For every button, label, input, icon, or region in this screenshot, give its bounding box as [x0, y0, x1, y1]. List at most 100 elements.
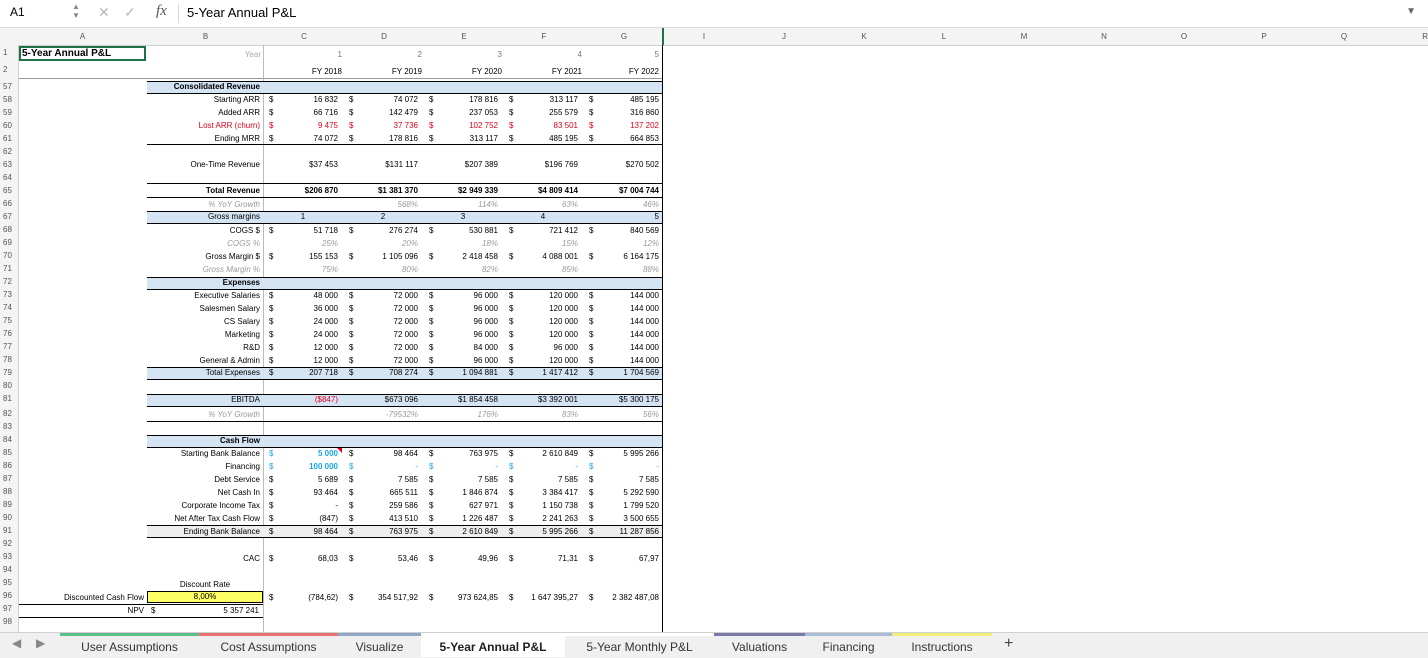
- row-header[interactable]: 83: [3, 422, 12, 431]
- column-header-b[interactable]: B: [147, 28, 264, 45]
- total-expenses-y1[interactable]: 207 718: [264, 367, 338, 379]
- comment-indicator-icon[interactable]: [337, 448, 342, 453]
- one-time-y4[interactable]: $196 769: [504, 159, 578, 171]
- marketing-y5[interactable]: 144 000: [584, 329, 659, 341]
- income-tax-y4[interactable]: 1 150 738: [504, 500, 578, 512]
- tab-cost-assumptions[interactable]: Cost Assumptions: [199, 633, 338, 657]
- income-tax-y2[interactable]: 259 586: [344, 500, 418, 512]
- lost-arr-y5[interactable]: 137 202: [584, 120, 659, 132]
- financing-y2[interactable]: -: [344, 461, 418, 473]
- row-header[interactable]: 69: [3, 238, 12, 247]
- row-header[interactable]: 85: [3, 448, 12, 457]
- marketing-y2[interactable]: 72 000: [344, 329, 418, 341]
- after-tax-y1[interactable]: (847): [264, 513, 338, 525]
- ebitda-yoy-y4[interactable]: 83%: [504, 409, 578, 421]
- column-header-k[interactable]: K: [824, 28, 904, 45]
- cac-y3[interactable]: 49,96: [424, 553, 498, 565]
- starting-bank-y2[interactable]: 98 464: [344, 448, 418, 460]
- tab-visualize[interactable]: Visualize: [338, 633, 421, 657]
- general-admin-y2[interactable]: 72 000: [344, 355, 418, 367]
- lost-arr-y4[interactable]: 83 501: [504, 120, 578, 132]
- starting-arr-y4[interactable]: 313 117: [504, 94, 578, 106]
- debt-service-y4[interactable]: 7 585: [504, 474, 578, 486]
- financing-y5[interactable]: -: [584, 461, 659, 473]
- general-admin-y1[interactable]: 12 000: [264, 355, 338, 367]
- rnd-y5[interactable]: 144 000: [584, 342, 659, 354]
- starting-bank-y1[interactable]: 5 000: [264, 448, 338, 460]
- general-admin-y4[interactable]: 120 000: [504, 355, 578, 367]
- prev-sheet-icon[interactable]: ◀: [12, 636, 21, 650]
- ebitda-y3[interactable]: $1 854 458: [424, 394, 498, 406]
- cac-y5[interactable]: 67,97: [584, 553, 659, 565]
- revenue-yoy-y4[interactable]: 63%: [504, 199, 578, 211]
- exec-salaries-y2[interactable]: 72 000: [344, 290, 418, 302]
- row-header[interactable]: 64: [3, 173, 12, 182]
- row-header[interactable]: 98: [3, 617, 12, 626]
- cs-salary-y1[interactable]: 24 000: [264, 316, 338, 328]
- row-header[interactable]: 75: [3, 316, 12, 325]
- cogs-y3[interactable]: 530 881: [424, 225, 498, 237]
- gross-margin-y3[interactable]: 2 418 458: [424, 251, 498, 263]
- gross-margin-pct-y5[interactable]: 88%: [584, 264, 659, 276]
- ending-bank-y4[interactable]: 5 995 266: [504, 526, 578, 538]
- tab-user-assumptions[interactable]: User Assumptions: [60, 633, 199, 657]
- gross-margin-pct-y1[interactable]: 75%: [264, 264, 338, 276]
- row-header[interactable]: 72: [3, 277, 12, 286]
- row-header[interactable]: 1: [3, 48, 7, 57]
- added-arr-y2[interactable]: 142 479: [344, 107, 418, 119]
- row-header[interactable]: 68: [3, 225, 12, 234]
- exec-salaries-y3[interactable]: 96 000: [424, 290, 498, 302]
- tab-instructions[interactable]: Instructions: [892, 633, 992, 657]
- ebitda-y4[interactable]: $3 392 001: [504, 394, 578, 406]
- one-time-y2[interactable]: $131 117: [344, 159, 418, 171]
- net-cash-y2[interactable]: 665 511: [344, 487, 418, 499]
- cs-salary-y3[interactable]: 96 000: [424, 316, 498, 328]
- cogs-y2[interactable]: 276 274: [344, 225, 418, 237]
- after-tax-y4[interactable]: 2 241 263: [504, 513, 578, 525]
- ending-bank-y5[interactable]: 11 287 856: [584, 526, 659, 538]
- total-revenue-y2[interactable]: $1 381 370: [344, 185, 418, 197]
- marketing-y3[interactable]: 96 000: [424, 329, 498, 341]
- row-header[interactable]: 60: [3, 121, 12, 130]
- salesmen-salary-y3[interactable]: 96 000: [424, 303, 498, 315]
- row-header[interactable]: 59: [3, 108, 12, 117]
- financing-y4[interactable]: -: [504, 461, 578, 473]
- gross-margin-y5[interactable]: 6 164 175: [584, 251, 659, 263]
- after-tax-y5[interactable]: 3 500 655: [584, 513, 659, 525]
- row-header[interactable]: 79: [3, 368, 12, 377]
- cac-y1[interactable]: 68,03: [264, 553, 338, 565]
- dcf-y3[interactable]: 973 624,85: [424, 592, 498, 604]
- row-header[interactable]: 2: [3, 65, 7, 74]
- rnd-y4[interactable]: 96 000: [504, 342, 578, 354]
- marketing-y4[interactable]: 120 000: [504, 329, 578, 341]
- starting-bank-y4[interactable]: 2 610 849: [504, 448, 578, 460]
- revenue-yoy-y5[interactable]: 46%: [584, 199, 659, 211]
- row-header[interactable]: 81: [3, 394, 12, 403]
- ebitda-yoy-y3[interactable]: 176%: [424, 409, 498, 421]
- income-tax-y3[interactable]: 627 971: [424, 500, 498, 512]
- ending-bank-y3[interactable]: 2 610 849: [424, 526, 498, 538]
- gross-margin-pct-y2[interactable]: 80%: [344, 264, 418, 276]
- row-header[interactable]: 87: [3, 474, 12, 483]
- revenue-yoy-y2[interactable]: 568%: [344, 199, 418, 211]
- added-arr-y1[interactable]: 66 716: [264, 107, 338, 119]
- row-header[interactable]: 82: [3, 409, 12, 418]
- cogs-y4[interactable]: 721 412: [504, 225, 578, 237]
- marketing-y1[interactable]: 24 000: [264, 329, 338, 341]
- row-header[interactable]: 80: [3, 381, 12, 390]
- dcf-y5[interactable]: 2 382 487,08: [584, 592, 659, 604]
- row-header[interactable]: 63: [3, 160, 12, 169]
- total-expenses-y4[interactable]: 1 417 412: [504, 367, 578, 379]
- cs-salary-y5[interactable]: 144 000: [584, 316, 659, 328]
- cogs-pct-y2[interactable]: 20%: [344, 238, 418, 250]
- lost-arr-y2[interactable]: 37 736: [344, 120, 418, 132]
- rnd-y1[interactable]: 12 000: [264, 342, 338, 354]
- row-header[interactable]: 84: [3, 435, 12, 444]
- cs-salary-y4[interactable]: 120 000: [504, 316, 578, 328]
- debt-service-y2[interactable]: 7 585: [344, 474, 418, 486]
- sheet-grid[interactable]: 5-Year Annual P&L Year 1 2 3 4 5 FY 2018…: [19, 45, 1428, 632]
- add-sheet-icon[interactable]: +: [1004, 635, 1013, 653]
- lost-arr-y3[interactable]: 102 752: [424, 120, 498, 132]
- formula-input[interactable]: 5-Year Annual P&L: [187, 5, 296, 20]
- ebitda-yoy-y5[interactable]: 56%: [584, 409, 659, 421]
